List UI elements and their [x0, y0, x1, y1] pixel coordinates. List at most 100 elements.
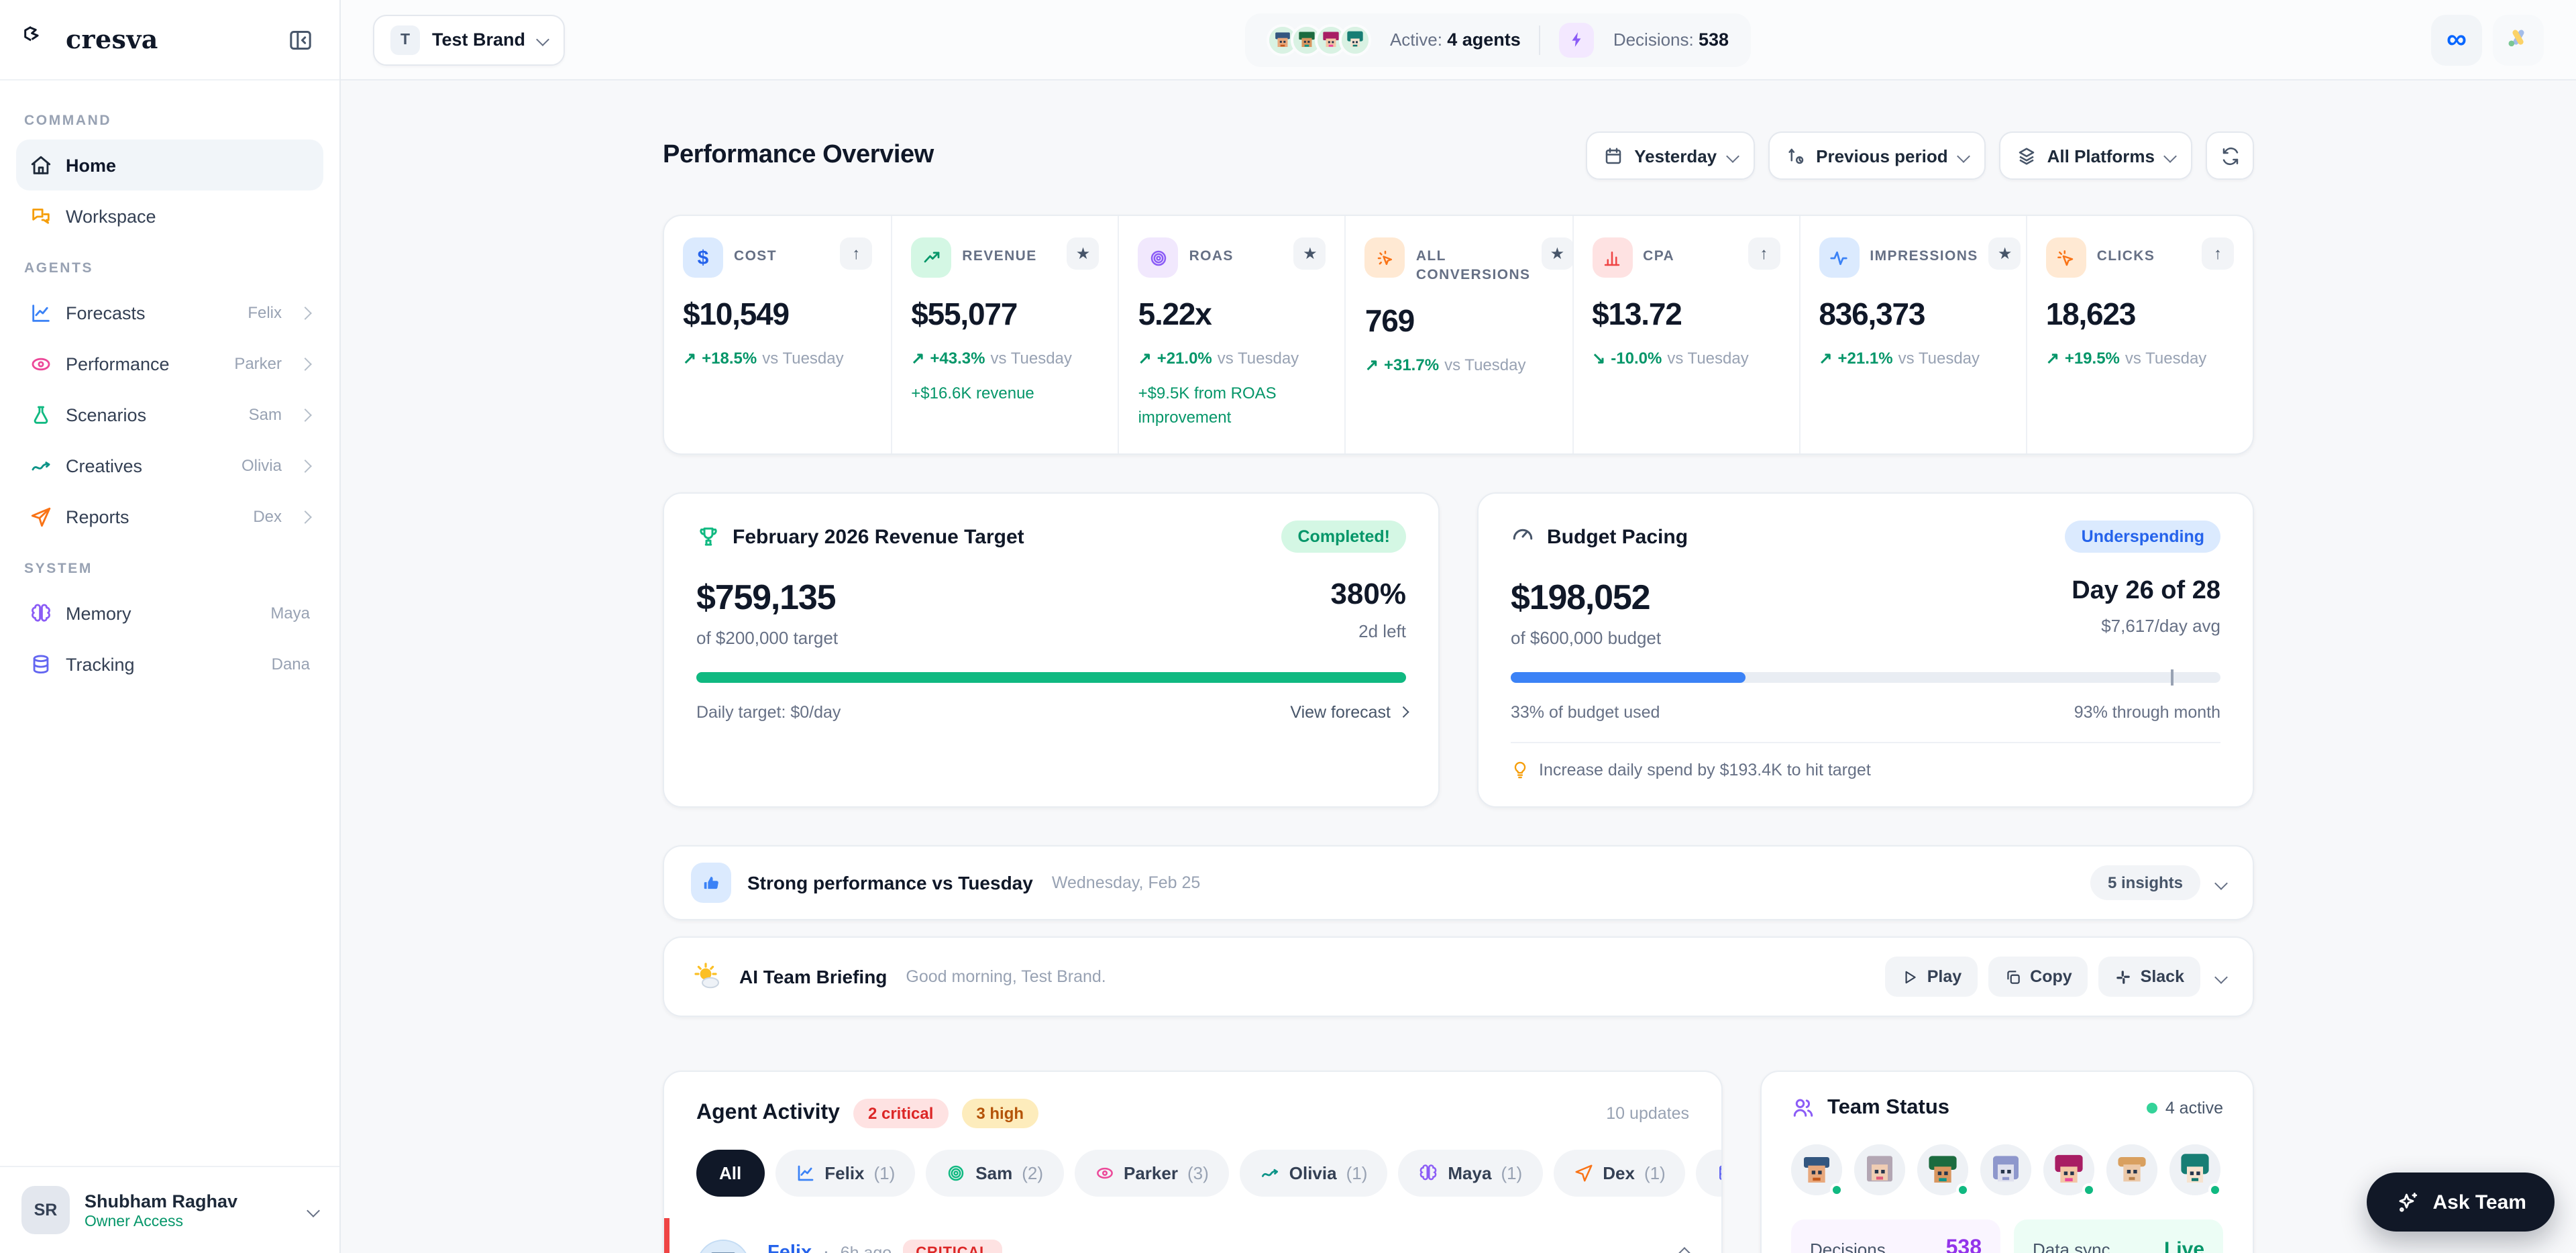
kpi-favorite-button[interactable]: ★ — [1988, 237, 2021, 270]
platform-filter-label: All Platforms — [2047, 146, 2155, 166]
activity-author-link[interactable]: Felix — [767, 1242, 812, 1253]
goal-cards-row: February 2026 Revenue Target Completed! … — [663, 492, 2254, 808]
thumbs-up-icon — [691, 863, 731, 903]
sidebar-item-reports[interactable]: Reports Dex — [16, 491, 323, 542]
kpi-value: $10,549 — [683, 296, 790, 331]
send-icon — [1574, 1164, 1592, 1182]
kpi-favorite-button[interactable]: ★ — [1293, 237, 1326, 270]
ask-team-button[interactable]: Ask Team — [2367, 1173, 2555, 1232]
sidebar-item-memory[interactable]: Memory Maya — [16, 588, 323, 639]
budget-daily-avg: $7,617/day avg — [2101, 616, 2220, 636]
filter-sam[interactable]: Sam (2) — [926, 1150, 1063, 1197]
brand-wordmark: cresva — [66, 25, 158, 54]
kpi-sort-button[interactable]: ↑ — [840, 237, 873, 270]
section-label-command: COMMAND — [24, 113, 112, 129]
view-forecast-link[interactable]: View forecast — [1290, 703, 1408, 722]
budget-tip-text: Increase daily spend by $193.4K to hit t… — [1539, 761, 1871, 779]
filter-olivia[interactable]: Olivia (1) — [1239, 1150, 1388, 1197]
dot-separator: · — [822, 1241, 830, 1253]
sidebar-item-performance[interactable]: Performance Parker — [16, 338, 323, 389]
target-percent: 380% — [1330, 577, 1406, 610]
team-avatar-sam[interactable] — [1917, 1144, 1970, 1197]
team-avatar-dex[interactable] — [2106, 1144, 2157, 1195]
divider — [1539, 25, 1541, 54]
kpi-all-conversions: ALL CONVERSIONS ★ 769 ↗ +31.7% vs Tuesday — [1344, 216, 1574, 453]
kpi-favorite-button[interactable]: ★ — [1067, 237, 1099, 270]
play-label: Play — [1927, 967, 1962, 986]
chevron-down-icon[interactable] — [2214, 876, 2228, 889]
kpi-label: REVENUE — [962, 248, 1037, 264]
sidebar-item-scenarios[interactable]: Scenarios Sam — [16, 389, 323, 440]
filter-count: (2) — [1022, 1163, 1043, 1183]
team-avatar-olivia[interactable] — [2043, 1144, 2096, 1197]
refresh-button[interactable] — [2206, 131, 2254, 180]
chevron-down-icon — [535, 33, 549, 46]
play-icon — [1906, 970, 1917, 983]
user-menu[interactable]: SR Shubham Raghav Owner Access — [0, 1166, 339, 1253]
kpi-sort-button[interactable]: ↑ — [2201, 237, 2234, 270]
sidebar-item-creatives[interactable]: Creatives Olivia — [16, 440, 323, 491]
kpi-delta: +31.7% — [1383, 356, 1440, 375]
spark-click-icon — [1364, 237, 1405, 278]
trend-arrow-icon: ↘ — [1592, 349, 1606, 368]
google-ads-platform-button[interactable] — [2493, 14, 2544, 65]
filter-count: (1) — [1346, 1163, 1368, 1183]
date-filter-button[interactable]: Yesterday — [1586, 131, 1755, 180]
sidebar-item-label: Workspace — [66, 206, 156, 226]
bottom-section: Agent Activity 2 critical 3 high 10 upda… — [663, 1071, 2254, 1253]
target-progress-bar — [696, 672, 1406, 683]
chevron-down-icon[interactable] — [2214, 970, 2228, 983]
filter-maya[interactable]: Maya (1) — [1398, 1150, 1543, 1197]
team-avatar-maya[interactable] — [1980, 1144, 2031, 1195]
filter-felix[interactable]: Felix (1) — [775, 1150, 916, 1197]
team-avatar-felix[interactable] — [1791, 1144, 1843, 1197]
sidebar-item-home[interactable]: Home — [16, 140, 323, 190]
agent-name: Sam — [248, 405, 282, 424]
filter-parker[interactable]: Parker (3) — [1074, 1150, 1229, 1197]
kpi-subnote: +$16.6K revenue — [911, 384, 1034, 402]
kpi-sort-button[interactable]: ↑ — [1748, 237, 1780, 270]
slack-button[interactable]: Slack — [2098, 957, 2200, 997]
kpi-favorite-button[interactable]: ★ — [1541, 237, 1574, 270]
compare-filter-label: Previous period — [1816, 146, 1948, 166]
google-ads-icon — [2505, 24, 2532, 55]
updates-count: 10 updates — [1606, 1104, 1689, 1123]
filter-dana[interactable]: Dana(1) — [1696, 1150, 1721, 1197]
page-title: Performance Overview — [663, 141, 934, 169]
brand-switcher[interactable]: T Test Brand — [373, 14, 565, 65]
sidebar-collapse-button[interactable] — [283, 22, 318, 57]
platform-filter-button[interactable]: All Platforms — [1998, 131, 2192, 180]
kpi-clicks: CLICKS ↑ 18,623 ↗ +19.5% vs Tuesday — [2025, 216, 2253, 453]
agent-avatar-dana — [1338, 23, 1371, 56]
target-days-left: 2d left — [1358, 621, 1406, 641]
compare-filter-button[interactable]: Previous period — [1768, 131, 1986, 180]
play-button[interactable]: Play — [1885, 957, 1978, 997]
section-label-agents: AGENTS — [24, 260, 94, 276]
eye-icon — [1096, 1167, 1112, 1179]
dollar-icon: $ — [683, 237, 723, 278]
agent-name: Dex — [253, 507, 282, 526]
activity-title: Agent Activity — [696, 1101, 840, 1124]
team-avatar-dana[interactable] — [2169, 1144, 2222, 1197]
sidebar-item-tracking[interactable]: Tracking Dana — [16, 639, 323, 690]
filter-all[interactable]: All — [696, 1150, 765, 1197]
platform-toggles: ∞ — [2431, 14, 2544, 65]
filter-label: Felix — [824, 1163, 865, 1183]
online-dot — [1830, 1183, 1843, 1197]
slack-icon — [2116, 970, 2131, 983]
agent-activity-card: Agent Activity 2 critical 3 high 10 upda… — [663, 1071, 1723, 1253]
activity-item-critical: Felix · 6h ago CRITICAL Revenue Surges 3… — [664, 1218, 1721, 1253]
copy-button[interactable]: Copy — [1988, 957, 2088, 997]
meta-platform-button[interactable]: ∞ — [2431, 14, 2482, 65]
sidebar-item-forecasts[interactable]: Forecasts Felix — [16, 287, 323, 338]
agent-name: Dana — [271, 655, 310, 673]
sidebar-item-workspace[interactable]: Workspace — [16, 190, 323, 241]
active-agent-avatars — [1266, 23, 1371, 56]
chevron-down-icon — [1956, 149, 1970, 162]
sidebar-item-label: Home — [66, 155, 117, 175]
chevron-right-icon — [299, 408, 312, 421]
team-avatar-parker[interactable] — [1854, 1144, 1905, 1195]
kpi-vs: vs Tuesday — [1898, 349, 1980, 368]
chevron-up-icon[interactable] — [1678, 1246, 1691, 1253]
filter-dex[interactable]: Dex (1) — [1553, 1150, 1686, 1197]
